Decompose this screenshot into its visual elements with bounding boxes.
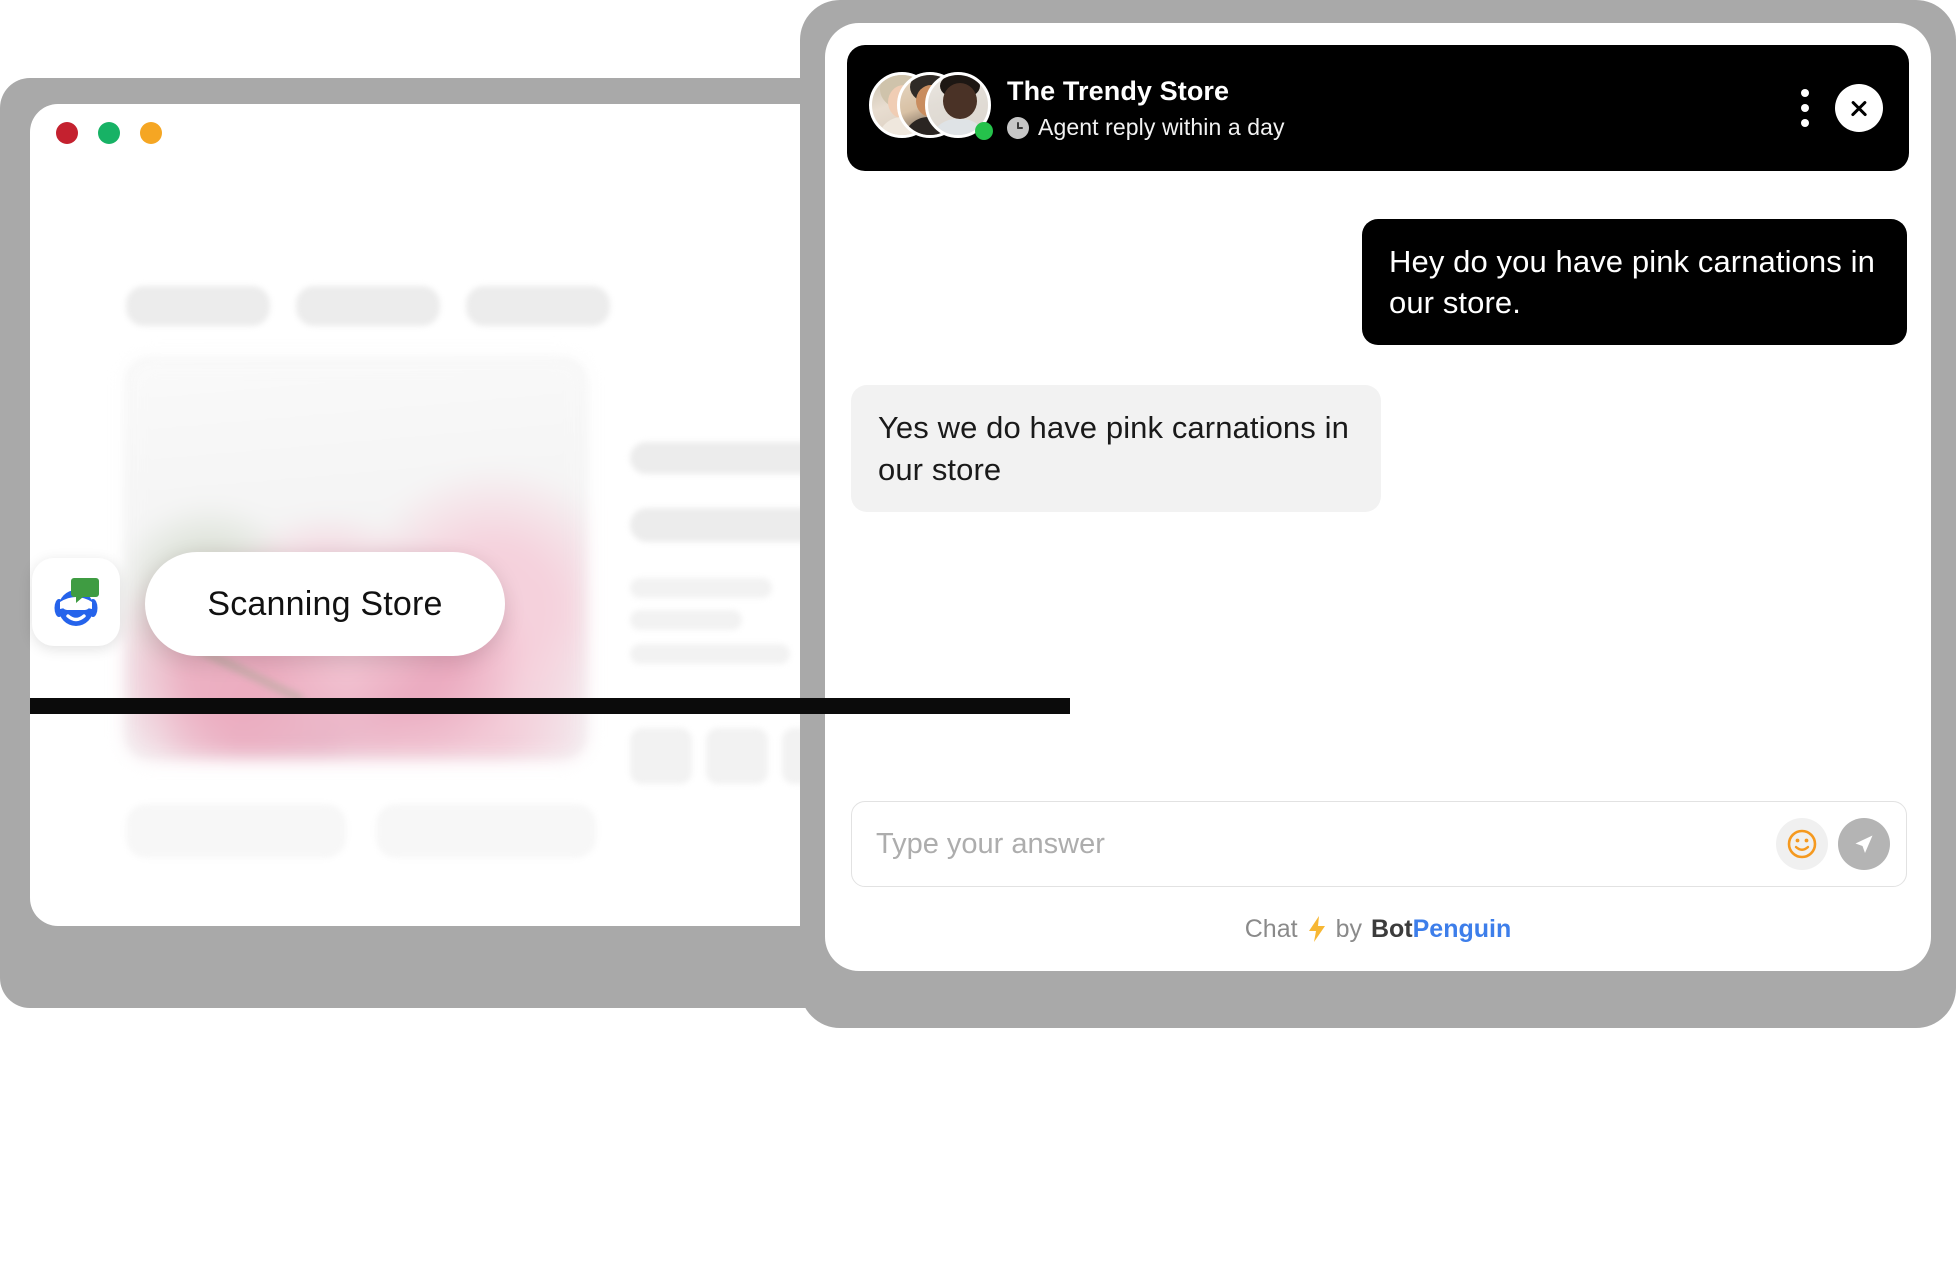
message-bubble-outgoing: Hey do you have pink carnations in our s…: [1362, 219, 1907, 346]
agent-status-row: Agent reply within a day: [1007, 114, 1787, 141]
skeleton-text-line: [630, 610, 742, 630]
lightning-bolt-icon: [1308, 916, 1325, 942]
agent-avatar-group: [869, 72, 999, 144]
kebab-dot: [1801, 89, 1809, 97]
online-status-dot: [975, 122, 993, 140]
agent-status-label: Agent reply within a day: [1038, 114, 1285, 141]
botpenguin-logo-badge[interactable]: [32, 558, 120, 646]
kebab-dot: [1801, 119, 1809, 127]
skeleton-text-line: [630, 508, 820, 542]
chat-footer-branding: Chat by BotPenguin: [825, 887, 1931, 971]
clock-icon: [1007, 116, 1029, 139]
screenshot-stage: Scanning Store The Trendy Store Agent re…: [0, 0, 1956, 1268]
close-icon: [1849, 98, 1869, 118]
skeleton-option-box: [706, 728, 768, 784]
skeleton-text-line: [630, 442, 820, 474]
store-title: The Trendy Store: [1007, 75, 1230, 106]
footer-by-label: by: [1335, 914, 1362, 943]
chat-header-text: The Trendy Store Agent reply within a da…: [1007, 75, 1787, 141]
chat-header: The Trendy Store Agent reply within a da…: [847, 45, 1909, 171]
skeleton-text-line: [630, 644, 790, 664]
brand-name-penguin: Penguin: [1412, 914, 1512, 943]
window-minimize-dot[interactable]: [98, 122, 120, 144]
skeleton-nav-pill: [466, 286, 610, 326]
botpenguin-logo-icon: [54, 578, 99, 626]
skeleton-text-line: [630, 578, 772, 598]
scanning-status-label: Scanning Store: [207, 584, 443, 623]
message-composer[interactable]: [851, 801, 1907, 887]
message-bubble-incoming: Yes we do have pink carnations in our st…: [851, 385, 1381, 512]
brand-name-bot: Bot: [1370, 914, 1413, 943]
message-input[interactable]: [876, 827, 1776, 861]
window-close-dot[interactable]: [56, 122, 78, 144]
skeleton-nav-pill: [296, 286, 440, 326]
emoji-smiley-icon: [1787, 829, 1817, 859]
kebab-menu-icon[interactable]: [1787, 83, 1823, 133]
kebab-dot: [1801, 104, 1809, 112]
close-chat-button[interactable]: [1835, 84, 1883, 132]
emoji-picker-button[interactable]: [1776, 818, 1828, 870]
footer-chat-label: Chat: [1244, 914, 1298, 943]
brand-name[interactable]: BotPenguin: [1371, 915, 1511, 944]
chat-widget: The Trendy Store Agent reply within a da…: [825, 23, 1931, 971]
scanning-status-pill: Scanning Store: [145, 552, 505, 656]
skeleton-bottom-card: [376, 804, 596, 858]
send-message-button[interactable]: [1838, 818, 1890, 870]
window-traffic-lights: [56, 122, 162, 144]
composer-container: [825, 801, 1931, 887]
skeleton-bottom-card: [126, 804, 346, 858]
skeleton-nav-pill: [126, 286, 270, 326]
send-arrow-icon: [1855, 835, 1873, 853]
skeleton-option-box: [630, 728, 692, 784]
scanning-line-indicator: [30, 698, 1070, 714]
window-maximize-dot[interactable]: [140, 122, 162, 144]
